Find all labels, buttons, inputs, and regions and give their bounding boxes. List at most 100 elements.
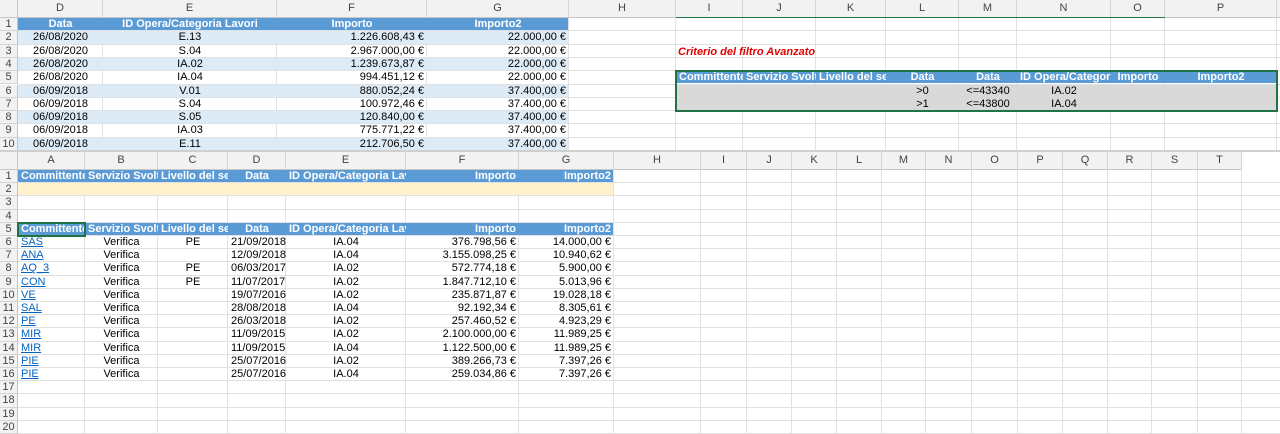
cell[interactable]: 19.028,18 € [519, 289, 614, 302]
column-header[interactable]: K [816, 0, 886, 18]
row-header[interactable]: 6 [0, 84, 18, 98]
cell[interactable]: Importo2 [427, 18, 569, 31]
cell[interactable]: 06/09/2018 [18, 98, 103, 111]
cell[interactable]: 25/07/2016 [228, 368, 286, 381]
cell[interactable]: 5.013,96 € [519, 276, 614, 289]
cell[interactable]: 37.400,00 € [427, 85, 569, 98]
column-header[interactable]: J [747, 152, 792, 170]
row-header[interactable]: 10 [0, 288, 18, 302]
row-header[interactable]: 13 [0, 328, 18, 342]
row-header[interactable]: 14 [0, 341, 18, 355]
column-header[interactable]: F [406, 152, 519, 170]
cell[interactable]: 389.266,73 € [406, 355, 519, 368]
cell[interactable]: 26/08/2020 [18, 31, 103, 44]
cell[interactable]: AQ_3 [18, 262, 85, 275]
cell[interactable]: 1.239.673,87 € [277, 58, 427, 71]
cell[interactable]: 21/09/2018 [228, 236, 286, 249]
row-header[interactable]: 19 [0, 407, 18, 421]
column-header[interactable]: H [569, 0, 676, 18]
row-header[interactable]: 3 [0, 44, 18, 58]
row-header[interactable]: 6 [0, 236, 18, 250]
cell[interactable]: IA.04 [103, 71, 277, 84]
cell[interactable]: IA.04 [286, 302, 406, 315]
row-header[interactable]: 20 [0, 420, 18, 434]
cell[interactable]: ID Opera/Categoria Lavori [286, 170, 406, 183]
column-header[interactable]: C [158, 152, 228, 170]
column-header[interactable]: K [792, 152, 837, 170]
column-header[interactable]: B [85, 152, 158, 170]
row-header[interactable]: 11 [0, 302, 18, 316]
cell[interactable]: ID Opera/Categoria Lavori [286, 223, 406, 236]
cell[interactable]: 26/08/2020 [18, 58, 103, 71]
cell[interactable]: 257.460,52 € [406, 315, 519, 328]
column-header[interactable]: D [18, 0, 103, 18]
cell[interactable]: 06/03/2017 [228, 262, 286, 275]
column-header[interactable]: D [228, 152, 286, 170]
row-header[interactable]: 2 [0, 31, 18, 45]
cell[interactable]: 1.847.712,10 € [406, 276, 519, 289]
cell[interactable]: 06/09/2018 [18, 124, 103, 137]
cell[interactable]: PIE [18, 368, 85, 381]
select-all-corner[interactable] [0, 0, 18, 18]
cell[interactable]: IA.02 [286, 328, 406, 341]
cell[interactable]: Livello del servizio [158, 170, 228, 183]
cell[interactable]: 19/07/2016 [228, 289, 286, 302]
cell[interactable]: S.04 [103, 45, 277, 58]
cell[interactable]: 7.397,26 € [519, 368, 614, 381]
column-header[interactable]: G [427, 0, 569, 18]
row-header[interactable]: 8 [0, 111, 18, 125]
cell[interactable]: 120.840,00 € [277, 111, 427, 124]
cell[interactable]: Servizio Svolto [85, 223, 158, 236]
cell[interactable]: 11/09/2015 [228, 328, 286, 341]
criteria-range-selection[interactable] [675, 70, 1278, 113]
cell[interactable]: 880.052,24 € [277, 85, 427, 98]
cell[interactable]: 4.923,29 € [519, 315, 614, 328]
cell[interactable]: IA.02 [286, 262, 406, 275]
cell[interactable]: 3.155.098,25 € [406, 249, 519, 262]
cell[interactable]: IA.02 [286, 276, 406, 289]
cell[interactable]: 26/08/2020 [18, 71, 103, 84]
cell[interactable]: IA.02 [286, 289, 406, 302]
cell[interactable]: MIR [18, 328, 85, 341]
cell[interactable]: Verifica [85, 355, 158, 368]
cell[interactable]: IA.03 [103, 124, 277, 137]
cell[interactable]: 22.000,00 € [427, 71, 569, 84]
active-cell[interactable] [17, 221, 86, 237]
row-header[interactable]: 3 [0, 196, 18, 210]
cell[interactable]: PE [158, 236, 228, 249]
cell[interactable]: 11/09/2015 [228, 342, 286, 355]
cell[interactable]: Data [228, 170, 286, 183]
cell[interactable]: 5.900,00 € [519, 262, 614, 275]
cell[interactable]: Importo2 [519, 223, 614, 236]
cell[interactable]: 37.400,00 € [427, 138, 569, 150]
column-header[interactable]: L [837, 152, 882, 170]
cell[interactable]: MIR [18, 342, 85, 355]
cell[interactable]: 06/09/2018 [18, 138, 103, 150]
cell[interactable]: Data [18, 18, 103, 31]
row-header[interactable]: 5 [0, 71, 18, 85]
cell[interactable]: 22.000,00 € [427, 58, 569, 71]
cell[interactable]: 06/09/2018 [18, 85, 103, 98]
cell[interactable]: Importo [277, 18, 427, 31]
column-header[interactable]: M [882, 152, 926, 170]
cell[interactable]: Importo [406, 170, 519, 183]
cell[interactable]: Livello del servizio [158, 223, 228, 236]
cell[interactable]: 994.451,12 € [277, 71, 427, 84]
row-header[interactable]: 4 [0, 209, 18, 223]
cell[interactable]: IA.04 [286, 342, 406, 355]
row-header[interactable]: 10 [0, 137, 18, 150]
column-header[interactable]: E [286, 152, 406, 170]
column-header[interactable]: O [1111, 0, 1165, 18]
cell[interactable]: 14.000,00 € [519, 236, 614, 249]
cell[interactable]: Data [228, 223, 286, 236]
cell[interactable]: PE [158, 276, 228, 289]
cell[interactable]: 11/07/2017 [228, 276, 286, 289]
cell[interactable]: 11.989,25 € [519, 342, 614, 355]
cell[interactable]: IA.04 [286, 236, 406, 249]
cell[interactable]: 2.967.000,00 € [277, 45, 427, 58]
column-header[interactable]: L [886, 0, 959, 18]
cell[interactable]: 92.192,34 € [406, 302, 519, 315]
column-header[interactable]: P [1018, 152, 1063, 170]
row-header[interactable]: 7 [0, 249, 18, 263]
row-header[interactable]: 16 [0, 368, 18, 382]
